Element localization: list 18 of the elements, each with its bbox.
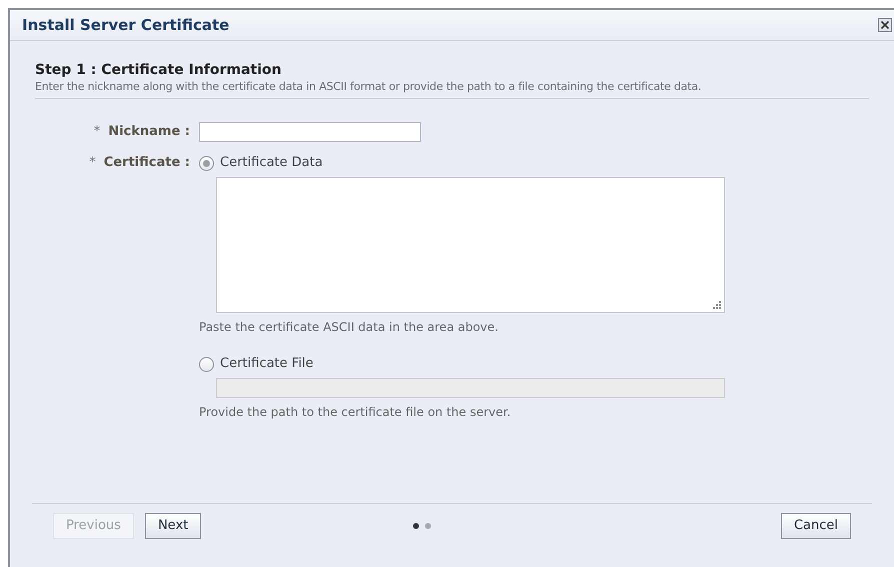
- step-heading: Step 1 : Certificate Information: [35, 61, 283, 79]
- cancel-button[interactable]: Cancel: [780, 512, 851, 538]
- close-icon[interactable]: [878, 18, 892, 32]
- help-text: Paste the certificate ASCII data in the area above.: [199, 319, 500, 335]
- radio-button[interactable]: [199, 156, 214, 170]
- help-text: Provide the path to the certificate file on the server.: [199, 404, 512, 420]
- required-mark: *: [89, 154, 96, 172]
- certificate-label: Certificate :: [104, 154, 190, 172]
- radio-label: Certificate File: [220, 355, 314, 374]
- certificate-data-field[interactable]: [216, 177, 725, 313]
- dialog-title: Install Server Certificate: [22, 14, 230, 36]
- nickname-field[interactable]: [199, 122, 421, 142]
- step-description: Enter the nickname along with the certificate data in ASCII format or provide the path to a file containing the certificate data.: [35, 79, 869, 99]
- radio-label: Certificate Data: [220, 154, 323, 172]
- required-mark: *: [94, 123, 100, 142]
- resize-grip-icon[interactable]: [712, 300, 721, 309]
- dialog-button[interactable]: Next: [144, 512, 202, 538]
- nickname-label: Nickname :: [108, 123, 190, 142]
